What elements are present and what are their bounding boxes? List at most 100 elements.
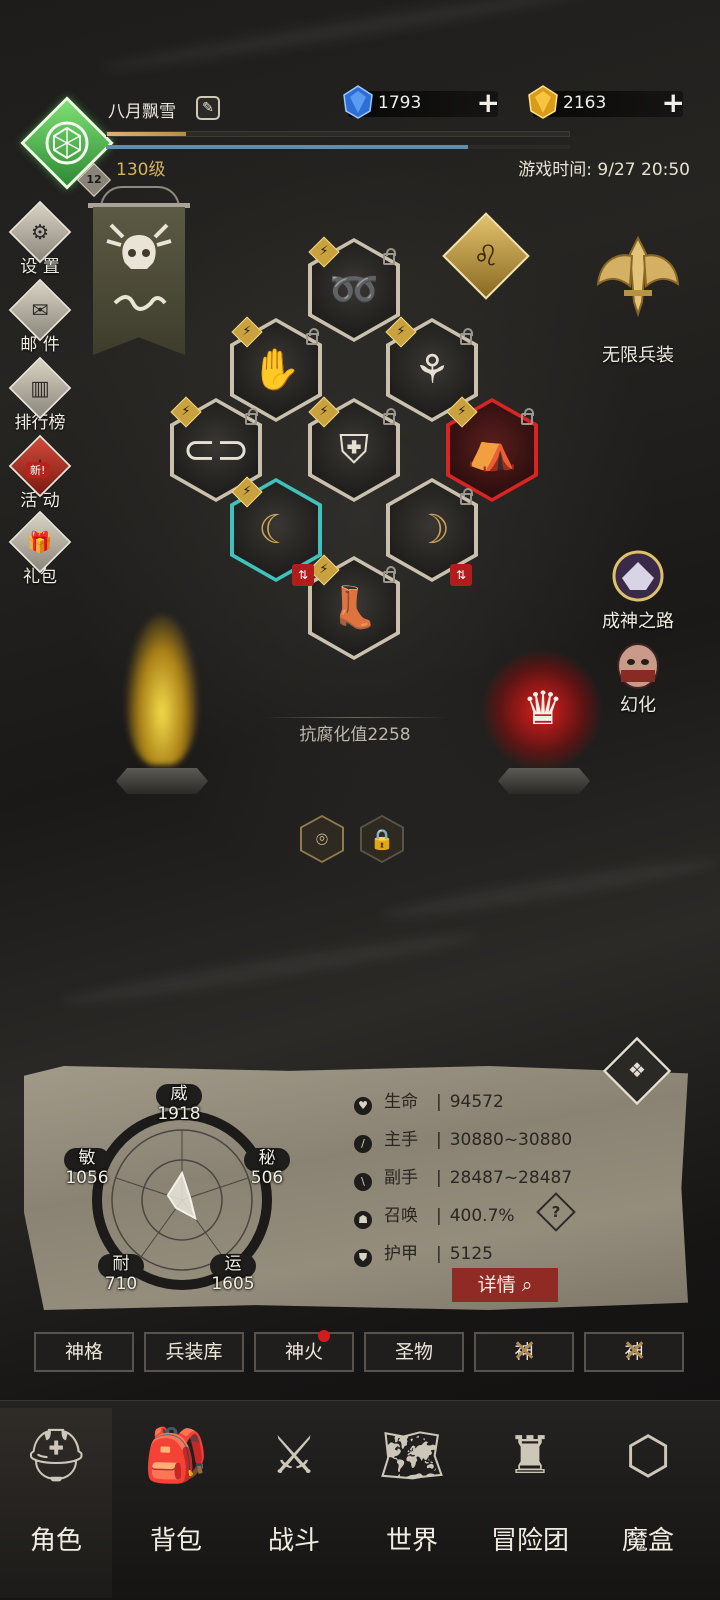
ranking-icon: ▥ <box>30 376 50 400</box>
chain-lock-icon: ✕ <box>512 1334 538 1369</box>
attr-summon: ☗ 召唤 | 400.7% <box>354 1201 515 1229</box>
edit-name-icon[interactable]: ✎ <box>196 96 220 120</box>
blue-crystal-icon <box>343 85 373 119</box>
path-to-godhood-button[interactable]: 成神之路 <box>582 548 694 633</box>
location-pin-icon: ⌾ <box>302 817 342 861</box>
tab-divine-fire[interactable]: 神火 <box>254 1330 354 1372</box>
lock-icon <box>245 408 258 425</box>
add-gold-currency-button[interactable]: + <box>662 89 685 117</box>
heart-icon: ♥ <box>354 1097 372 1115</box>
lock-icon <box>383 566 396 583</box>
stat-min: 敏 1056 <box>65 1148 109 1188</box>
lock-icon <box>521 408 534 425</box>
crown-icon[interactable]: ♛ <box>510 683 576 733</box>
locked-slot-button[interactable]: 🔒 <box>360 815 404 863</box>
right-pedestal <box>498 768 590 794</box>
path-to-godhood-label: 成神之路 <box>602 611 674 632</box>
gear-icon: ⚙ <box>30 220 50 244</box>
menu-mail[interactable]: ✉ 邮 件 <box>4 278 76 355</box>
gold-currency-value: 2163 <box>563 93 607 113</box>
nav-battle[interactable]: ⚔ 战斗 <box>234 1408 354 1598</box>
menu-gift[interactable]: 🎁 礼包 <box>4 510 76 587</box>
corrosion-resistance: 抗腐化值2258 <box>299 725 411 745</box>
nav-world[interactable]: 🗺 世界 <box>352 1408 472 1598</box>
beast-skull-icon <box>106 223 172 311</box>
add-blue-currency-button[interactable]: + <box>477 89 500 117</box>
nav-adventure-group[interactable]: ♜ 冒险团 <box>470 1408 590 1598</box>
left-pedestal <box>116 768 208 794</box>
lock-icon <box>306 328 319 345</box>
tab-divinity[interactable]: 神格 <box>34 1332 134 1372</box>
nav-label: 背包 <box>149 1526 202 1556</box>
stat-mi: 秘 506 <box>250 1148 284 1188</box>
lock-icon: 🔒 <box>362 817 402 861</box>
mask-icon <box>617 643 659 689</box>
gold-currency: 2163 + <box>528 85 685 119</box>
tab-relics[interactable]: 圣物 <box>364 1332 464 1372</box>
helmet-wings-icon <box>612 550 664 602</box>
offhand-icon: \ <box>354 1173 372 1191</box>
nav-character[interactable]: ⛑ 角色 <box>0 1408 112 1598</box>
divine-flame-icon[interactable] <box>126 615 198 765</box>
nav-label: 世界 <box>385 1526 438 1556</box>
bg-streak <box>61 927 479 1011</box>
sword-icon: / <box>354 1135 372 1153</box>
stat-nai: 耐 710 <box>104 1254 138 1294</box>
lion-emblem-icon[interactable]: ♌ <box>442 212 530 300</box>
menu-settings[interactable]: ⚙ 设 置 <box>4 200 76 277</box>
gift-icon: 🎁 <box>27 530 53 554</box>
weapon-swap-icon[interactable]: ⇅ <box>292 564 314 586</box>
notification-dot <box>318 1330 330 1342</box>
mana-bar <box>106 145 570 149</box>
infinite-gear-button[interactable]: 无限兵装 <box>582 232 694 367</box>
location-button[interactable]: ⌾ <box>300 815 344 863</box>
attr-armor: ⛊ 护甲 | 5125 <box>354 1239 493 1267</box>
menu-ranking[interactable]: ▥ 排行榜 <box>4 356 76 433</box>
bg-streak <box>380 853 720 925</box>
guild-banner[interactable] <box>93 207 185 355</box>
nav-label: 战斗 <box>267 1526 320 1556</box>
game-time: 游戏时间: 9/27 20:50 <box>518 160 690 180</box>
tab-locked-1[interactable]: 神 ✕ <box>474 1332 574 1372</box>
attr-hp: ♥ 生命 | 94572 <box>354 1087 504 1115</box>
lock-icon <box>460 328 473 345</box>
castle-icon: ♜ <box>506 1426 554 1486</box>
shield-sword-icon: ⚔ <box>270 1426 318 1486</box>
avatar-crest-icon <box>45 121 89 165</box>
gold-crystal-icon <box>528 85 558 119</box>
chain-lock-icon: ✕ <box>622 1334 648 1369</box>
details-button[interactable]: 详情 ⌕ <box>452 1268 558 1302</box>
lock-icon <box>383 408 396 425</box>
attr-mainhand: / 主手 | 30880~30880 <box>354 1125 572 1153</box>
mail-icon: ✉ <box>31 298 49 322</box>
stat-wei: 威 1918 <box>157 1084 201 1124</box>
summon-icon: ☗ <box>354 1211 372 1229</box>
helmet-icon: ⛑ <box>22 1426 89 1486</box>
winged-sword-icon <box>596 235 680 318</box>
nav-label: 角色 <box>29 1526 82 1556</box>
stat-yun: 运 1605 <box>211 1254 255 1294</box>
nav-label: 魔盒 <box>621 1526 674 1556</box>
lock-icon <box>383 248 396 265</box>
player-level: 130级 <box>116 160 166 180</box>
nav-magic-box[interactable]: ⬡ 魔盒 <box>588 1408 708 1598</box>
infinite-gear-label: 无限兵装 <box>602 345 674 366</box>
tab-armory[interactable]: 兵装库 <box>144 1332 244 1372</box>
nav-label: 冒险团 <box>490 1526 569 1556</box>
bg-streak <box>101 0 599 77</box>
backpack-icon: 🎒 <box>143 1426 209 1486</box>
weapon-swap-icon[interactable]: ⇅ <box>450 564 472 586</box>
attr-offhand: \ 副手 | 28487~28487 <box>354 1163 572 1191</box>
nav-backpack[interactable]: 🎒 背包 <box>116 1408 236 1598</box>
divider <box>262 717 448 718</box>
xp-bar <box>106 131 570 137</box>
blue-currency: 1793 + <box>343 85 500 119</box>
cube-icon: ⬡ <box>625 1426 671 1486</box>
player-name: 八月飘雪 <box>108 102 176 122</box>
blue-currency-value: 1793 <box>378 93 422 113</box>
tab-locked-2[interactable]: 神 ✕ <box>584 1332 684 1372</box>
armor-icon: ⛊ <box>354 1249 372 1267</box>
map-scroll-icon: 🗺 <box>378 1426 445 1486</box>
lock-icon <box>460 488 473 505</box>
new-badge: 新! <box>26 462 50 478</box>
